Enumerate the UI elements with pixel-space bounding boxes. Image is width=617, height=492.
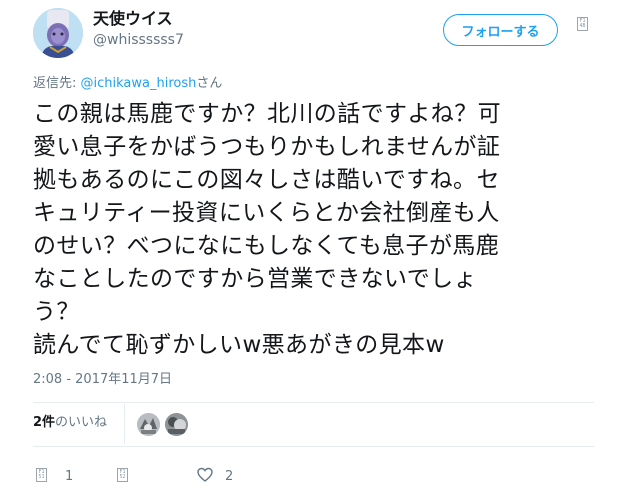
reply-context: 返信先: @ichikawa_hiroshさん <box>33 75 222 93</box>
retweet-icon: F1 52 <box>117 468 128 482</box>
follow-button[interactable]: フォローする <box>443 14 558 46</box>
tweet-text-line: 愛い息子をかばうつもりかもしれませんが証 <box>33 134 501 160</box>
timestamp[interactable]: 2:08 - 2017年11月7日 <box>33 371 172 389</box>
avatar[interactable] <box>33 8 83 58</box>
display-name[interactable]: 天使ウイス <box>93 8 173 30</box>
tweet-text-line: のせい？べつになにもしなくても息子が馬鹿 <box>33 233 500 259</box>
liker-avatar-image <box>165 413 188 436</box>
reply-suffix: さん <box>196 76 223 91</box>
divider <box>33 402 594 403</box>
reply-prefix: 返信先: <box>33 76 81 91</box>
tweet: 天使ウイス @whissssss7 フォローする F1 4B 返信先: @ich… <box>0 0 617 492</box>
tweet-text-line: この親は馬鹿ですか？北川の話ですよね？可 <box>33 101 501 127</box>
tweet-text: この親は馬鹿ですか？北川の話ですよね？可 愛い息子をかばうつもりかもしれませんが… <box>33 98 593 362</box>
more-glyph-bottom: 4B <box>579 23 586 29</box>
likes-label: のいいね <box>55 415 108 430</box>
likes-summary[interactable]: 2件のいいね <box>33 414 107 432</box>
reply-icon: F1 51 <box>36 468 47 482</box>
liker-avatar-image <box>137 413 160 436</box>
avatar-image <box>33 8 83 58</box>
tweet-text-line: 読んでて恥ずかしいw悪あがきの見本w <box>33 332 445 358</box>
divider <box>33 446 594 447</box>
liker-avatar[interactable] <box>165 413 188 436</box>
tweet-text-line: 拠もあるのにこの図々しさは酷いですね。セ <box>33 167 500 193</box>
retweet-button[interactable]: F1 52 <box>117 458 128 484</box>
tweet-text-line: なことしたのですから営業できないでしょ <box>33 266 477 292</box>
retweet-glyph-bottom: 52 <box>119 474 126 480</box>
tweet-text-line: キュリティー投資にいくらとか会社倒産も人 <box>33 200 500 226</box>
reply-glyph-bottom: 51 <box>38 474 45 480</box>
caret-down-icon[interactable]: F1 4B <box>577 17 588 31</box>
reply-mention-link[interactable]: @ichikawa_hirosh <box>81 76 197 91</box>
reply-button[interactable]: F1 51 1 <box>36 458 73 484</box>
like-button[interactable]: 2 <box>197 458 233 484</box>
likes-count: 2件 <box>33 415 56 430</box>
like-count: 2 <box>225 469 234 484</box>
reply-count: 1 <box>65 469 74 484</box>
screen-name[interactable]: @whissssss7 <box>93 31 184 49</box>
heart-icon <box>197 467 213 482</box>
tweet-text-line: う？ <box>33 299 80 325</box>
liker-avatar[interactable] <box>137 413 160 436</box>
likes-separator <box>124 404 125 444</box>
